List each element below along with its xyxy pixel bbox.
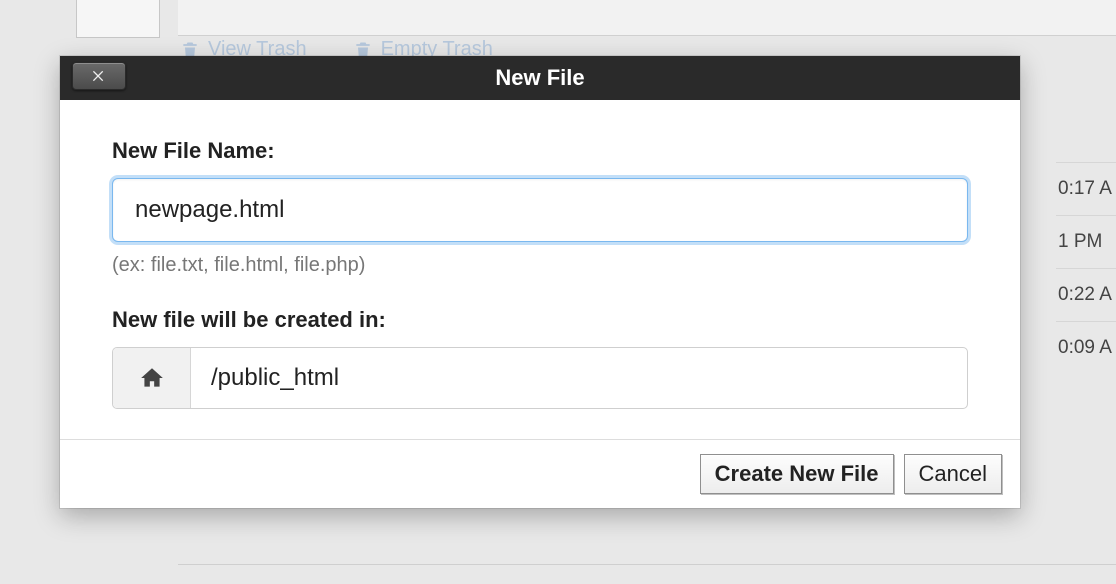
home-icon xyxy=(138,365,166,391)
location-row: /public_html xyxy=(112,347,968,409)
time-cell: 0:09 A xyxy=(1056,321,1116,374)
dialog-header: New File xyxy=(60,56,1020,100)
location-path: /public_html xyxy=(191,348,967,408)
create-new-file-button[interactable]: Create New File xyxy=(700,454,894,494)
background-toolbar-strip xyxy=(178,0,1116,36)
dialog-title: New File xyxy=(495,65,584,91)
background-time-column: 0:17 A 1 PM 0:22 A 0:09 A xyxy=(1056,162,1116,374)
location-label: New file will be created in: xyxy=(112,307,968,333)
dialog-body: New File Name: (ex: file.txt, file.html,… xyxy=(60,100,1020,439)
time-cell: 0:22 A xyxy=(1056,268,1116,321)
filename-input[interactable] xyxy=(112,178,968,242)
close-button[interactable] xyxy=(72,62,126,90)
home-button[interactable] xyxy=(113,348,191,408)
dialog-footer: Create New File Cancel xyxy=(60,439,1020,508)
time-cell: 0:17 A xyxy=(1056,162,1116,215)
time-cell: 1 PM xyxy=(1056,215,1116,268)
background-divider xyxy=(178,564,1116,565)
close-icon xyxy=(91,68,107,84)
cancel-button[interactable]: Cancel xyxy=(904,454,1002,494)
filename-label: New File Name: xyxy=(112,138,968,164)
new-file-dialog: New File New File Name: (ex: file.txt, f… xyxy=(60,56,1020,508)
background-tab-box xyxy=(76,0,160,38)
filename-hint: (ex: file.txt, file.html, file.php) xyxy=(112,254,968,277)
